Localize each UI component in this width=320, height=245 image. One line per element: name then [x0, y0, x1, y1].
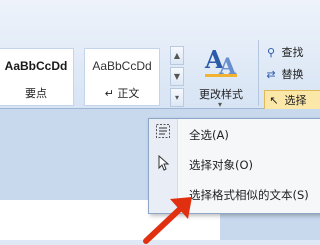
- ribbon: AaBbCcDd 要点 AaBbCcDd ↵ 正文 ▲ ▼ ▾ A A 更改样式…: [0, 0, 320, 110]
- style-name-label: 正文: [117, 87, 140, 100]
- replace-button[interactable]: ⇄ 替换: [264, 66, 304, 86]
- select-all-icon: [155, 123, 171, 139]
- menu-item-select-all[interactable]: 全选(A): [189, 127, 229, 143]
- scroll-up-button[interactable]: ▲: [170, 46, 184, 65]
- group-separator: [258, 40, 259, 106]
- style-gallery-item-zhengwen[interactable]: AaBbCcDd ↵ 正文: [84, 48, 160, 106]
- scroll-down-button[interactable]: ▼: [170, 67, 184, 86]
- style-name: ↵ 正文: [85, 85, 159, 101]
- style-gallery-item-yaodian[interactable]: AaBbCcDd 要点: [0, 48, 74, 106]
- replace-icon: ⇄: [266, 68, 276, 81]
- cursor-icon: ↖: [269, 94, 279, 107]
- style-sample-text: AaBbCcDd: [4, 59, 68, 73]
- change-styles-button[interactable]: A A 更改样式 ▾: [188, 40, 254, 109]
- dropdown-arrow-icon: ▾: [218, 100, 223, 109]
- select-label: 选择: [284, 94, 307, 107]
- replace-label: 替换: [281, 68, 304, 81]
- cursor-icon: [155, 154, 171, 171]
- style-sample-text: AaBbCcDd: [92, 59, 152, 73]
- gallery-more-button[interactable]: ▾: [170, 88, 184, 107]
- select-button[interactable]: ↖ 选择: [264, 90, 320, 110]
- find-button[interactable]: ⚲ 查找: [264, 44, 304, 64]
- find-label: 查找: [281, 46, 304, 59]
- menu-item-select-objects[interactable]: 选择对象(O): [189, 157, 253, 173]
- menu-item-select-similar-format[interactable]: 选择格式相似的文本(S): [189, 187, 309, 203]
- change-styles-icon: A A: [204, 45, 237, 80]
- annotation-arrow-icon: [143, 197, 192, 244]
- binoculars-icon: ⚲: [266, 46, 276, 59]
- style-name: 要点: [25, 87, 47, 100]
- paragraph-mark-icon: ↵: [104, 87, 114, 100]
- style-gallery-scroller: ▲ ▼ ▾: [170, 46, 184, 108]
